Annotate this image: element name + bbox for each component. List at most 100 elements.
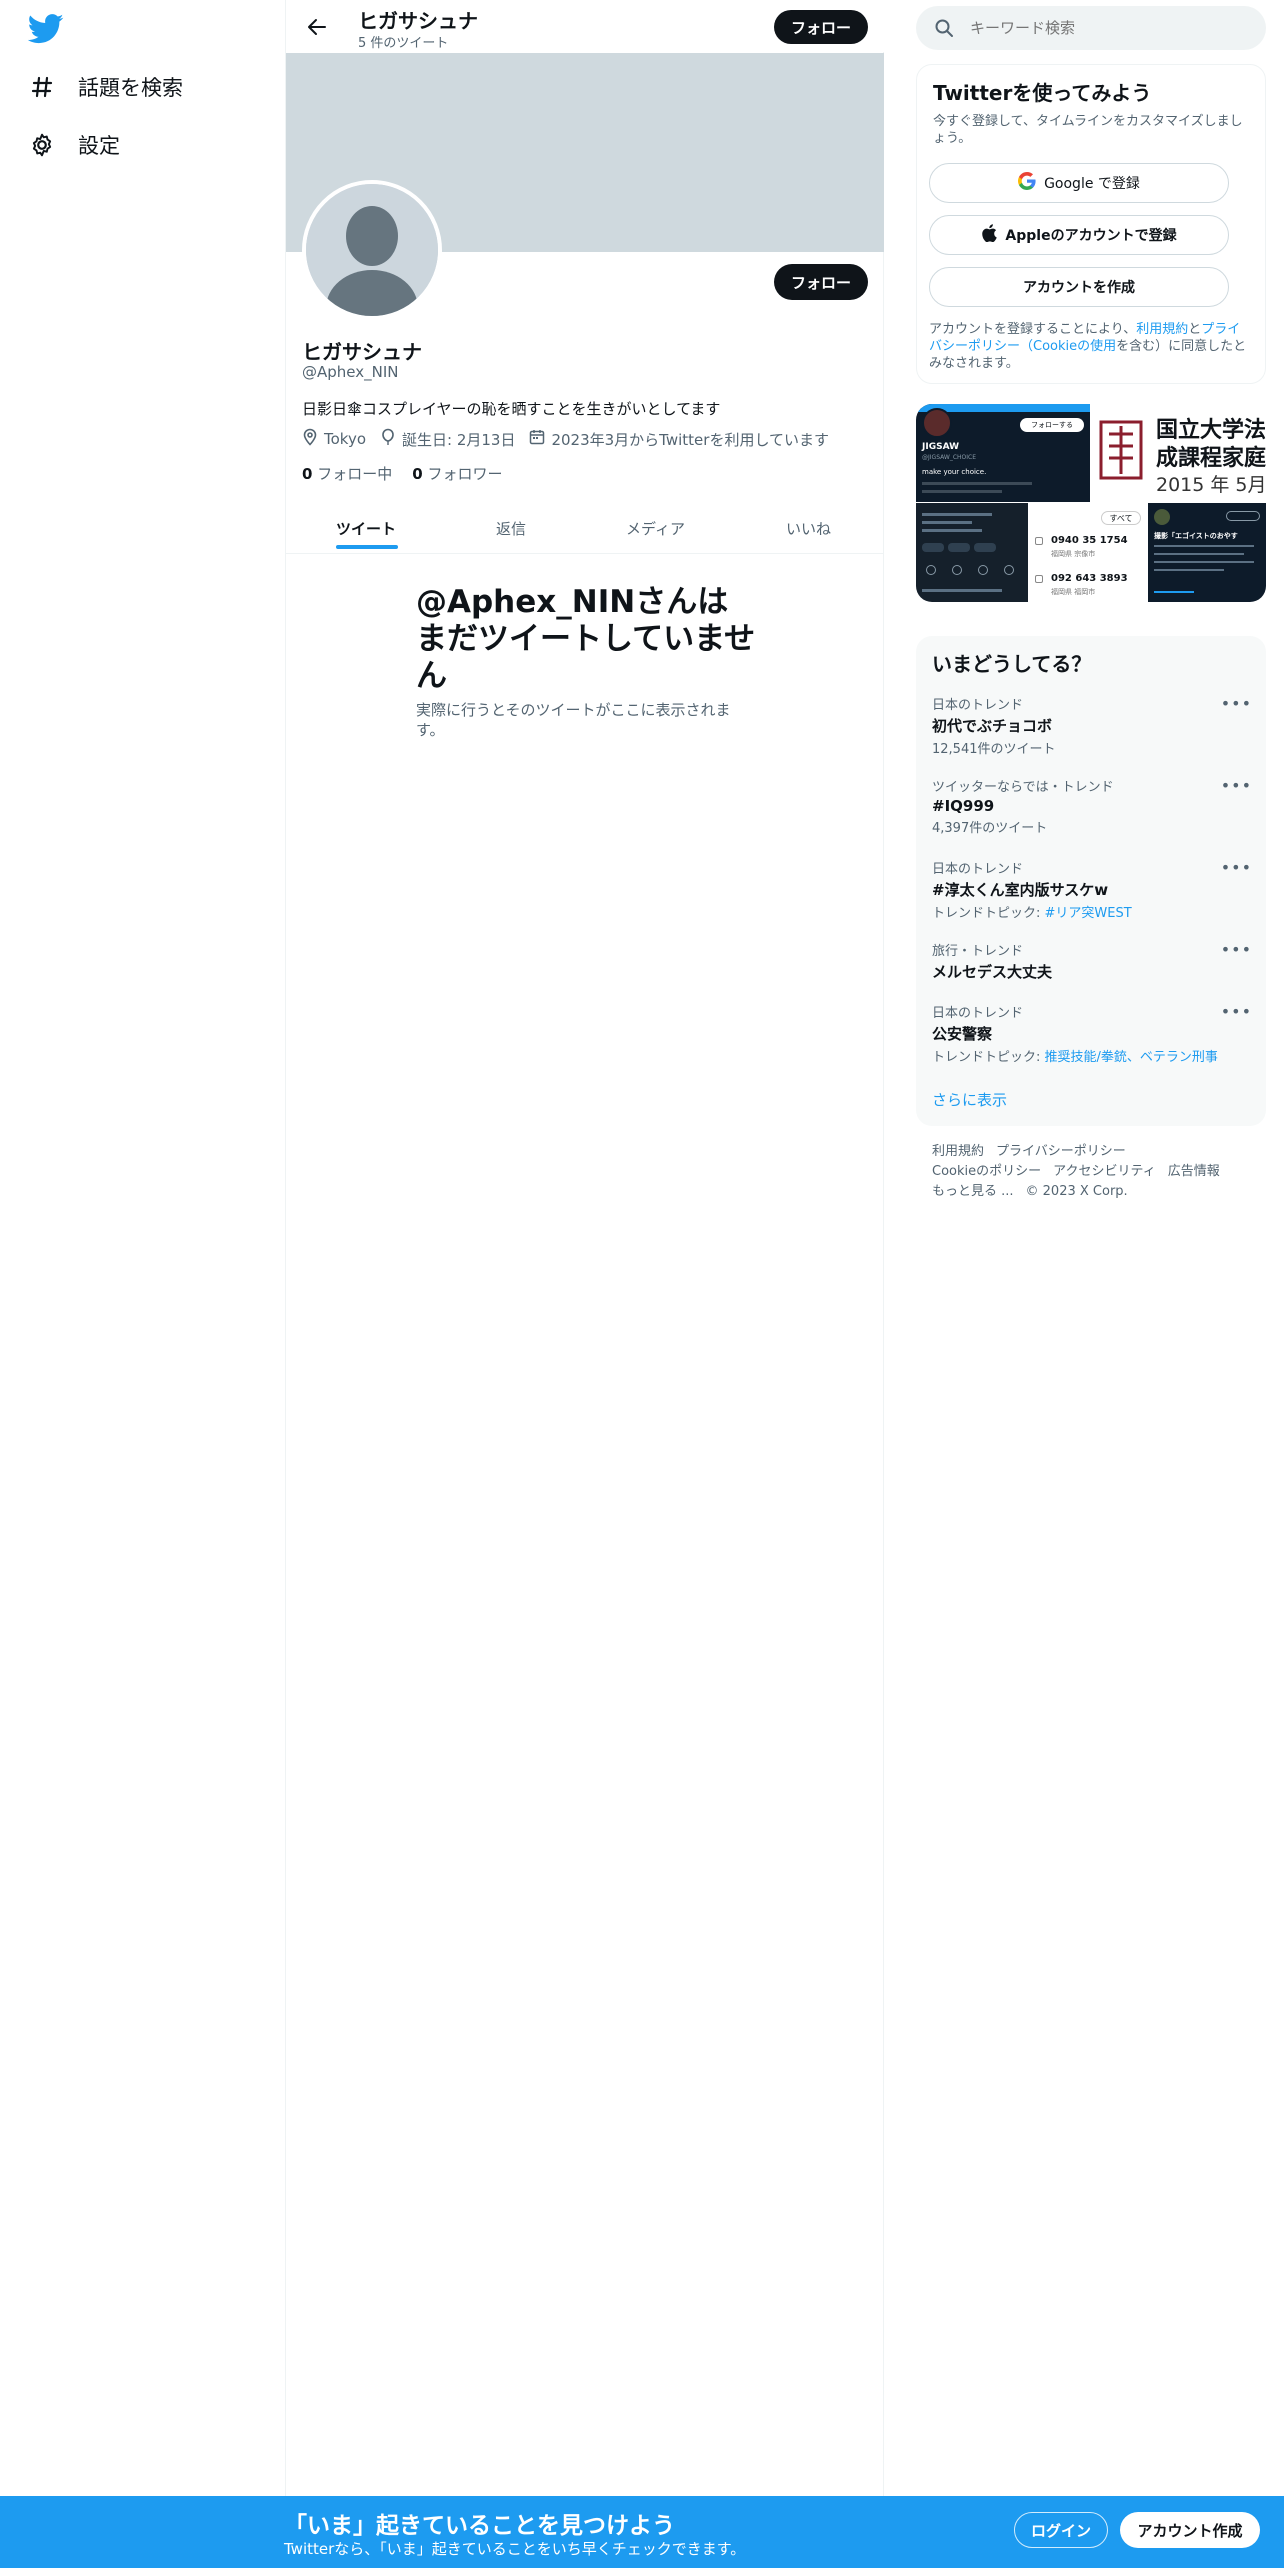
profile-display-name: ヒガサシュナ <box>302 340 422 364</box>
left-sidebar: 話題を検索 設定 <box>0 0 286 2568</box>
footer-link[interactable]: プライバシーポリシー <box>996 1144 1126 1159</box>
media-tile-5[interactable]: すべて 0940 35 1754 福岡県 宗像市 092 643 3893 福岡… <box>1029 503 1147 602</box>
google-signup-label: Google で登録 <box>1044 176 1140 192</box>
search-icon <box>934 18 954 38</box>
more-options-icon[interactable]: ••• <box>1221 1002 1252 1021</box>
trends-panel: いまどうしてる？ 日本のトレンド 初代でぶチョコボ 12,541件のツイート •… <box>916 636 1266 1126</box>
trend-name: #IQ999 <box>932 797 995 815</box>
media-tile-2[interactable] <box>1091 404 1151 502</box>
media-place-2: 福岡県 福岡市 <box>1051 588 1096 596</box>
media-tile-heading-2: 成課程家庭 <box>1156 446 1266 471</box>
trend-item[interactable]: 旅行・トレンド メルセデス大丈夫 ••• <box>932 940 1252 982</box>
empty-state-title: @Aphex_NINさんはまだツイートしていません <box>416 584 756 694</box>
footer-link[interactable]: アクセシビリティ <box>1053 1164 1156 1179</box>
trend-count: 4,397件のツイート <box>932 821 1048 836</box>
signup-button[interactable]: アカウント作成 <box>1120 2512 1260 2548</box>
tab-media[interactable]: メディア <box>626 502 685 554</box>
footer-link[interactable]: 広告情報 <box>1168 1164 1220 1179</box>
trend-item[interactable]: 日本のトレンド 公安警察 トレンドトピック: 推奨技能/拳銃、ベテラン刑事 ••… <box>932 1002 1252 1065</box>
gear-icon <box>28 131 56 159</box>
terms-link[interactable]: 利用規約 <box>1136 322 1188 337</box>
follow-stats: 0 フォロー中 0 フォロワー <box>302 463 502 484</box>
media-phone-1: 0940 35 1754 <box>1051 535 1128 546</box>
show-more-link[interactable]: さらに表示 <box>932 1089 1007 1110</box>
search-box[interactable] <box>916 6 1266 50</box>
media-tile-name: JIGSAW <box>922 442 960 452</box>
more-options-icon[interactable]: ••• <box>1221 858 1252 877</box>
trend-name: 初代でぶチョコボ <box>932 717 1053 735</box>
media-tile-1[interactable]: フォローする JIGSAW @JIGSAW_CHOICE make your c… <box>916 404 1090 502</box>
trend-context: 日本のトレンド <box>932 862 1024 877</box>
trend-topic-link[interactable]: #リア突WEST <box>1045 906 1132 921</box>
trend-topic: トレンドトピック: #リア突WEST <box>932 906 1132 921</box>
media-tile-handle: @JIGSAW_CHOICE <box>922 454 976 461</box>
trends-title: いまどうしてる？ <box>932 652 1092 676</box>
profile-header-bar: ヒガサシュナ 5 件のツイート フォロー <box>286 0 884 52</box>
profile-column: ヒガサシュナ 5 件のツイート フォロー フォロー ヒガサシュナ @Aphex_… <box>286 0 884 2568</box>
trend-item[interactable]: ツイッターならでは・トレンド #IQ999 4,397件のツイート ••• <box>932 776 1252 836</box>
login-button[interactable]: ログイン <box>1014 2512 1108 2548</box>
banner-subtitle: Twitterなら、「いま」起きていることをいち早くチェックできます。 <box>284 2540 746 2558</box>
empty-state-subtitle: 実際に行うとそのツイートがここに表示されます。 <box>416 701 731 739</box>
back-arrow-icon[interactable] <box>302 12 332 42</box>
search-input[interactable] <box>970 19 1240 37</box>
media-phone-2: 092 643 3893 <box>1051 573 1128 584</box>
trend-context: 日本のトレンド <box>932 698 1024 713</box>
signup-title: Twitterを使ってみよう <box>933 81 1152 105</box>
followers-link[interactable]: 0 フォロワー <box>412 463 502 484</box>
trend-topic-link[interactable]: 推奨技能/拳銃、ベテラン刑事 <box>1045 1050 1218 1065</box>
follow-button[interactable]: フォロー <box>774 264 868 300</box>
sidebar-item-label: 設定 <box>78 134 120 158</box>
more-options-icon[interactable]: ••• <box>1221 776 1252 795</box>
tab-likes[interactable]: いいね <box>786 502 831 554</box>
footer-more-link[interactable]: もっと見る ... <box>932 1184 1014 1199</box>
profile-location: Tokyo <box>324 430 366 448</box>
trend-item[interactable]: 日本のトレンド 初代でぶチョコボ 12,541件のツイート ••• <box>932 694 1252 757</box>
media-grid: フォローする JIGSAW @JIGSAW_CHOICE make your c… <box>916 404 1266 602</box>
balloon-icon <box>380 428 396 450</box>
more-options-icon[interactable]: ••• <box>1221 694 1252 713</box>
apple-signup-button[interactable]: Appleのアカウントで登録 <box>929 215 1229 255</box>
create-account-button[interactable]: アカウントを作成 <box>929 267 1229 307</box>
trend-topic: トレンドトピック: 推奨技能/拳銃、ベテラン刑事 <box>932 1050 1218 1065</box>
trend-count: 12,541件のツイート <box>932 742 1056 757</box>
media-tile-4[interactable] <box>916 503 1028 602</box>
sidebar-item-explore[interactable]: 話題を検索 <box>28 72 183 102</box>
media-tile-3[interactable]: 国立大学法 成課程家庭 2015 年 5月〜 <box>1152 404 1266 502</box>
header-name: ヒガサシュナ <box>358 9 478 33</box>
trend-name: 公安警察 <box>932 1025 993 1043</box>
header-follow-button[interactable]: フォロー <box>774 10 868 44</box>
following-link[interactable]: 0 フォロー中 <box>302 463 392 484</box>
trend-item[interactable]: 日本のトレンド #淳太くん室内版サスケw トレンドトピック: #リア突WEST … <box>932 858 1252 921</box>
google-icon <box>1018 172 1036 194</box>
media-all-button: すべて <box>1101 511 1141 525</box>
media-tile-text: make your choice. <box>922 468 987 476</box>
footer-links: 利用規約 プライバシーポリシー Cookieのポリシー アクセシビリティ 広告情報 も… <box>932 1142 1252 1202</box>
profile-meta: Tokyo 誕生日: 2月13日 2023年3月からTwitterを利用していま… <box>302 428 829 450</box>
google-signup-button[interactable]: Google で登録 <box>929 163 1229 203</box>
profile-joined: 2023年3月からTwitterを利用しています <box>551 430 829 449</box>
trend-context: ツイッターならでは・トレンド <box>932 780 1114 795</box>
media-place-1: 福岡県 宗像市 <box>1051 550 1096 558</box>
apple-signup-label: Appleのアカウントで登録 <box>1005 228 1177 244</box>
footer-link[interactable]: Cookieのポリシー <box>932 1164 1041 1179</box>
more-options-icon[interactable]: ••• <box>1221 940 1252 959</box>
media-tile-title: 撮影「エゴイストのおやす <box>1154 532 1238 540</box>
tab-replies[interactable]: 返信 <box>496 502 526 554</box>
sidebar-item-label: 話題を検索 <box>78 76 183 100</box>
profile-handle: @Aphex_NIN <box>302 363 399 381</box>
avatar[interactable] <box>302 180 442 320</box>
trend-context: 日本のトレンド <box>932 1006 1024 1021</box>
header-tweet-count: 5 件のツイート <box>358 36 449 51</box>
twitter-bird-icon[interactable] <box>27 14 64 44</box>
location-icon <box>302 428 318 450</box>
banner-title: 「いま」起きていることを見つけよう <box>284 2513 675 2539</box>
footer-link[interactable]: 利用規約 <box>932 1144 984 1159</box>
active-tab-indicator <box>336 545 398 549</box>
apple-icon <box>981 224 998 246</box>
crest-icon <box>1099 420 1143 480</box>
signup-banner: 「いま」起きていることを見つけよう Twitterなら、「いま」起きていることを… <box>0 2496 1284 2568</box>
sidebar-item-settings[interactable]: 設定 <box>28 130 120 160</box>
trend-name: #淳太くん室内版サスケw <box>932 881 1109 899</box>
media-tile-6[interactable]: 撮影「エゴイストのおやす <box>1148 503 1266 602</box>
